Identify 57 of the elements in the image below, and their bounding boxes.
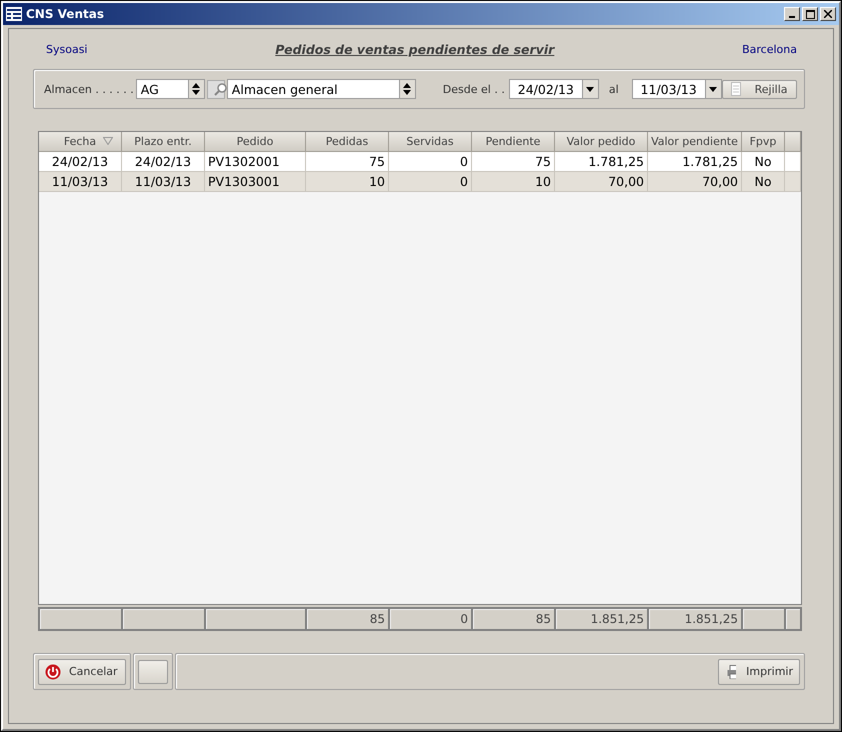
cancel-button[interactable]: Cancelar bbox=[38, 658, 126, 684]
close-icon bbox=[824, 10, 832, 18]
search-icon bbox=[214, 82, 228, 96]
almacen-name-field[interactable]: Almacen general bbox=[226, 79, 399, 99]
total-cell: 1.851,25 bbox=[648, 608, 742, 630]
column-header[interactable]: Fecha bbox=[39, 132, 122, 152]
spinner-icon bbox=[402, 82, 412, 96]
table-cell: 0 bbox=[389, 172, 472, 192]
table-cell: 11/03/13 bbox=[122, 172, 205, 192]
almacen-code-field[interactable]: AG bbox=[136, 79, 188, 99]
table-cell: PV1303001 bbox=[205, 172, 306, 192]
company-label: Sysoasi bbox=[46, 42, 88, 56]
total-cell: 0 bbox=[389, 608, 472, 630]
window-title: CNS Ventas bbox=[26, 7, 105, 21]
table-cell: 10 bbox=[472, 172, 555, 192]
dropdown-button[interactable] bbox=[704, 79, 722, 99]
column-header[interactable]: Pendiente bbox=[472, 132, 555, 152]
maximize-icon bbox=[806, 10, 814, 18]
grid-button[interactable]: Rejilla bbox=[722, 80, 797, 98]
dropdown-button[interactable] bbox=[582, 79, 599, 99]
column-header[interactable]: Valor pendiente bbox=[648, 132, 742, 152]
report-title: Pedidos de ventas pendientes de servir bbox=[275, 42, 554, 56]
column-header[interactable]: Fpvp bbox=[742, 132, 785, 152]
table-cell: 11/03/13 bbox=[39, 172, 122, 192]
city-label: Barcelona bbox=[742, 42, 797, 56]
al-label: al bbox=[608, 82, 619, 96]
table-cell: 70,00 bbox=[555, 172, 648, 192]
column-header[interactable]: Plazo entr. bbox=[122, 132, 205, 152]
column-header[interactable]: Pedidas bbox=[306, 132, 389, 152]
table-cell: No bbox=[742, 172, 785, 192]
desde-date-field[interactable]: 24/02/13 bbox=[508, 79, 582, 99]
maximize-button[interactable] bbox=[802, 7, 818, 21]
document-icon bbox=[730, 82, 741, 96]
empty-header bbox=[785, 132, 801, 152]
total-cell: 1.851,25 bbox=[555, 608, 648, 630]
column-header[interactable]: Pedido bbox=[205, 132, 306, 152]
empty-cell bbox=[785, 172, 801, 192]
spinner-button[interactable] bbox=[188, 79, 205, 99]
total-cell: 85 bbox=[306, 608, 389, 630]
minimize-button[interactable] bbox=[784, 7, 800, 21]
al-date-field[interactable]: 11/03/13 bbox=[632, 79, 705, 99]
dropdown-icon bbox=[709, 86, 718, 92]
almacen-label: Almacen . . . . . . bbox=[44, 82, 134, 96]
dropdown-icon bbox=[586, 86, 594, 92]
app-icon bbox=[6, 7, 22, 21]
desde-label: Desde el . . bbox=[442, 82, 505, 96]
close-button[interactable] bbox=[820, 7, 836, 21]
sort-icon bbox=[103, 137, 113, 145]
total-cell: 85 bbox=[472, 608, 555, 630]
print-button[interactable]: Imprimir bbox=[718, 658, 800, 684]
spinner-button[interactable] bbox=[398, 79, 416, 99]
spinner-icon bbox=[191, 82, 202, 96]
table-cell: 10 bbox=[306, 172, 389, 192]
table-cell: 70,00 bbox=[648, 172, 742, 192]
power-icon bbox=[45, 664, 61, 680]
column-header[interactable]: Servidas bbox=[389, 132, 472, 152]
column-header[interactable]: Valor pedido bbox=[555, 132, 648, 152]
